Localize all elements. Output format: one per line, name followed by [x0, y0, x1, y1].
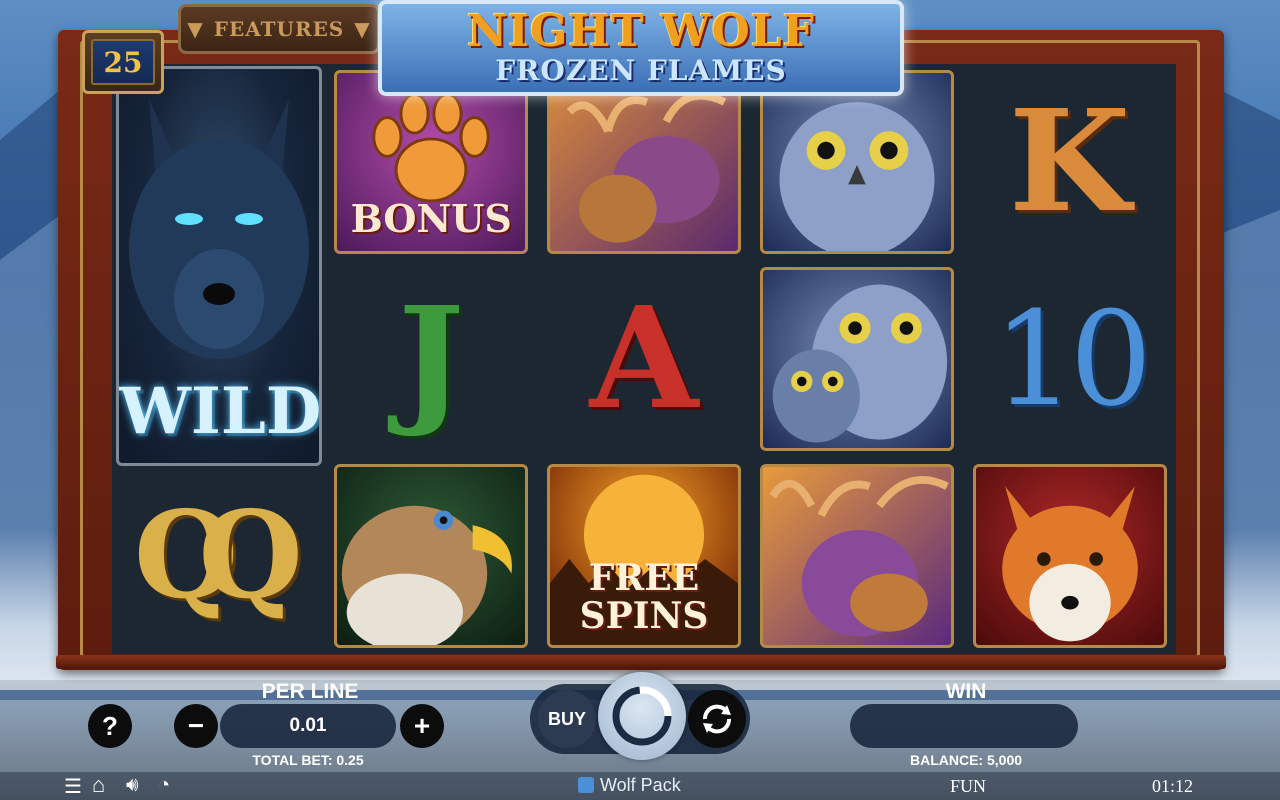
per-line-value: 0.01 — [220, 704, 396, 748]
owls-icon — [772, 284, 947, 443]
a-symbol: A — [589, 276, 699, 441]
game-mode: FUN — [950, 776, 987, 796]
bonus-symbol: BONUS — [334, 70, 529, 255]
bonus-label: BONUS — [350, 196, 512, 242]
eagle-symbol — [334, 463, 529, 648]
paylines-badge: 25 — [82, 30, 164, 94]
total-bet-label: TOTAL BET: 0.25 — [252, 752, 364, 768]
wolf-icon — [129, 99, 309, 359]
eagle-icon — [342, 505, 513, 645]
reel-cell: J — [325, 261, 538, 458]
brand-mark-icon — [578, 777, 594, 793]
brand-name: Wolf Pack — [600, 775, 681, 795]
reel-cell — [963, 457, 1176, 654]
wild-label: WILD — [119, 374, 322, 449]
logo-subtitle: FROZEN FLAMES — [495, 54, 787, 87]
game-logo: NIGHT WOLF FROZEN FLAMES — [378, 0, 904, 96]
ten-symbol: 10 — [992, 282, 1152, 435]
moose-icon — [566, 92, 727, 243]
features-button[interactable]: ▼ FEATURES ▼ — [178, 4, 380, 54]
buy-feature-button[interactable]: BUY — [538, 690, 596, 748]
owl-icon — [779, 102, 935, 252]
fox-icon — [1001, 486, 1138, 642]
free-spins-label-line1: FREE — [588, 556, 700, 599]
q-letter: Q — [198, 484, 303, 626]
spin-icon — [612, 686, 672, 746]
moose-symbol — [546, 70, 741, 255]
fox-symbol — [972, 463, 1167, 648]
chevron-down-icon: ▼ — [187, 17, 204, 41]
win-label: WIN — [945, 680, 987, 703]
reel-cell: FREE SPINS — [538, 457, 751, 654]
paylines-count: 25 — [91, 39, 155, 85]
brand-logo: Wolf Pack — [578, 775, 681, 796]
bet-increase-button[interactable]: + — [400, 704, 444, 748]
free-spins-label: FREE SPINS — [580, 559, 709, 635]
per-line-label: PER LINE — [261, 680, 359, 703]
features-label: FEATURES — [213, 17, 345, 41]
autoplay-icon — [702, 704, 732, 734]
reel-cell — [750, 457, 963, 654]
help-button[interactable]: ? — [88, 704, 132, 748]
clock: 01:12 — [1152, 776, 1194, 796]
reel-cell: K — [963, 64, 1176, 261]
menu-icon[interactable]: ☰ — [64, 774, 82, 799]
autoplay-button[interactable] — [688, 690, 746, 748]
moose-symbol — [759, 463, 954, 648]
reel-cell: A — [538, 261, 751, 458]
home-icon[interactable]: ⌂ — [92, 772, 105, 798]
reel-cell — [750, 261, 963, 458]
reel-cell: QQ — [112, 457, 325, 654]
wild-symbol: WILD — [116, 66, 322, 466]
owl-symbol — [759, 70, 954, 255]
j-symbol: J — [398, 276, 465, 441]
turbo-icon[interactable]: ◔ — [158, 774, 170, 797]
q-symbol: QQ — [134, 495, 303, 616]
win-value — [850, 704, 1078, 748]
k-symbol: K — [1008, 80, 1131, 245]
reel-frame-base — [56, 655, 1226, 669]
spin-button[interactable] — [598, 672, 686, 760]
free-spins-label-line2: SPINS — [579, 594, 709, 637]
free-spins-symbol: FREE SPINS — [546, 463, 741, 648]
sound-icon[interactable]: 🔊︎ — [126, 774, 139, 797]
chevron-down-icon: ▼ — [354, 17, 371, 41]
logo-title: NIGHT WOLF — [467, 6, 815, 57]
balance-label: BALANCE: 5,000 — [909, 752, 1023, 768]
moose-icon — [769, 475, 949, 637]
reel-cell: 10 — [963, 261, 1176, 458]
reel-cell — [325, 457, 538, 654]
bet-decrease-button[interactable]: − — [174, 704, 218, 748]
owls-symbol — [759, 266, 954, 451]
